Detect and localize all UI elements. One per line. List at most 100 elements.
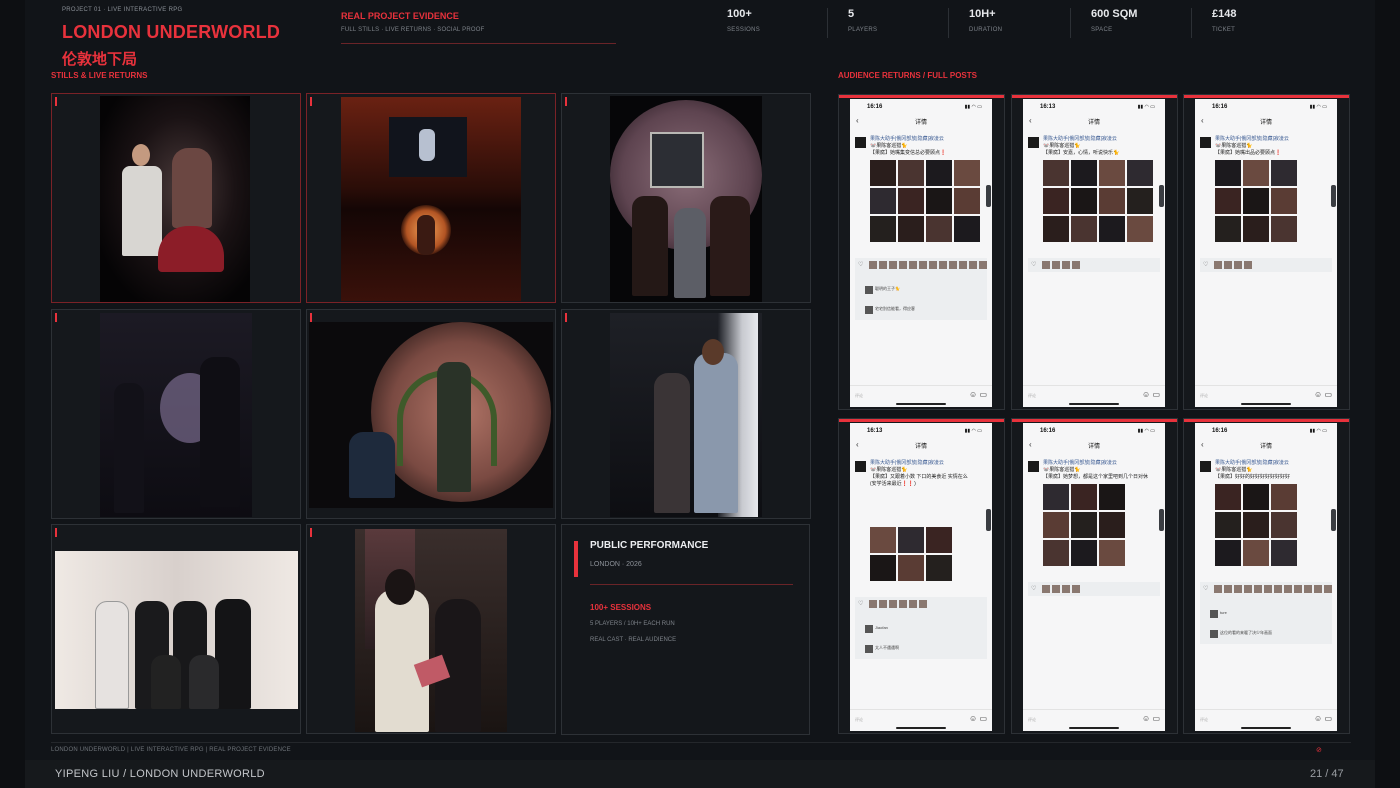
emoji-image-icons[interactable]: ☺ ▭ <box>969 714 987 723</box>
post-thumbnail[interactable] <box>1215 484 1241 510</box>
post-avatar[interactable] <box>1028 137 1039 148</box>
liker-avatar[interactable] <box>939 261 947 269</box>
post-thumbnail[interactable] <box>1043 188 1069 214</box>
liker-avatar[interactable] <box>1244 261 1252 269</box>
still-tile[interactable] <box>561 309 811 519</box>
scroll-handle[interactable] <box>986 185 991 207</box>
still-tile[interactable] <box>51 309 301 519</box>
post-thumbnail[interactable] <box>1271 484 1297 510</box>
emoji-image-icons[interactable]: ☺ ▭ <box>1142 390 1160 399</box>
post-thumbnail[interactable] <box>954 216 980 242</box>
liker-avatar[interactable] <box>1072 585 1080 593</box>
comment-input-bar[interactable]: 评论 ☺ ▭ <box>1023 709 1165 731</box>
liker-avatar[interactable] <box>1062 261 1070 269</box>
liker-avatar[interactable] <box>909 261 917 269</box>
post-thumbnail[interactable] <box>1243 216 1269 242</box>
post-thumbnail[interactable] <box>898 216 924 242</box>
post-thumbnail[interactable] <box>1071 484 1097 510</box>
comment-input-bar[interactable]: 评论 ☺ ▭ <box>1195 385 1337 407</box>
comment-input-bar[interactable]: 评论 ☺ ▭ <box>1023 385 1165 407</box>
still-tile[interactable] <box>306 309 556 519</box>
liker-avatar[interactable] <box>1234 261 1242 269</box>
liker-avatar[interactable] <box>1264 585 1272 593</box>
post-thumbnail[interactable] <box>870 188 896 214</box>
liker-avatar[interactable] <box>1234 585 1242 593</box>
liker-avatar[interactable] <box>1052 261 1060 269</box>
audience-post-phone[interactable]: 16:16 ▮▮ ◠ ▭ ‹ 详情 果陈大助手|俄冈部放|隐藏|寂凌云 🐭果陈客巡猎🐈 【果… <box>1011 418 1178 734</box>
post-thumbnail[interactable] <box>1043 216 1069 242</box>
post-thumbnail[interactable] <box>1127 160 1153 186</box>
liker-avatar[interactable] <box>869 261 877 269</box>
post-thumbnail[interactable] <box>1071 160 1097 186</box>
post-thumbnail[interactable] <box>1243 512 1269 538</box>
post-thumbnail[interactable] <box>926 188 952 214</box>
scroll-handle[interactable] <box>1159 185 1164 207</box>
liker-avatar[interactable] <box>889 261 897 269</box>
post-avatar[interactable] <box>1028 461 1039 472</box>
post-thumbnail[interactable] <box>926 555 952 581</box>
comment-input-bar[interactable]: 评论 ☺ ▭ <box>850 709 992 731</box>
post-thumbnail[interactable] <box>1099 512 1125 538</box>
audience-post-phone[interactable]: 16:16 ▮▮ ◠ ▭ ‹ 详情 果陈大助手|俄冈部放|隐藏|寂凌云 🐭果陈客巡猎🐈 【果… <box>838 94 1005 410</box>
liker-avatar[interactable] <box>1062 585 1070 593</box>
audience-post-phone[interactable]: 16:16 ▮▮ ◠ ▭ ‹ 详情 果陈大助手|俄冈部放|隐藏|寂凌云 🐭果陈客巡猎🐈 【果… <box>1183 418 1350 734</box>
post-thumbnail[interactable] <box>1271 512 1297 538</box>
post-thumbnail[interactable] <box>1071 512 1097 538</box>
post-avatar[interactable] <box>855 461 866 472</box>
post-thumbnail[interactable] <box>870 216 896 242</box>
post-thumbnail[interactable] <box>1271 540 1297 566</box>
post-thumbnail[interactable] <box>1043 160 1069 186</box>
post-thumbnail[interactable] <box>1215 216 1241 242</box>
post-thumbnail[interactable] <box>1243 160 1269 186</box>
liker-avatar[interactable] <box>899 600 907 608</box>
scroll-handle[interactable] <box>1331 185 1336 207</box>
post-thumbnail[interactable] <box>1071 188 1097 214</box>
comment-input-bar[interactable]: 评论 ☺ ▭ <box>850 385 992 407</box>
post-thumbnail[interactable] <box>898 527 924 553</box>
liker-avatar[interactable] <box>1072 261 1080 269</box>
post-thumbnail[interactable] <box>870 555 896 581</box>
liker-avatar[interactable] <box>979 261 987 269</box>
emoji-image-icons[interactable]: ☺ ▭ <box>1314 714 1332 723</box>
liker-avatar[interactable] <box>1224 261 1232 269</box>
liker-avatar[interactable] <box>929 261 937 269</box>
post-thumbnail[interactable] <box>954 160 980 186</box>
emoji-image-icons[interactable]: ☺ ▭ <box>1142 714 1160 723</box>
post-thumbnail[interactable] <box>1127 216 1153 242</box>
post-thumbnail[interactable] <box>1099 160 1125 186</box>
post-thumbnail[interactable] <box>1071 540 1097 566</box>
liker-avatar[interactable] <box>1042 261 1050 269</box>
liker-avatar[interactable] <box>879 600 887 608</box>
audience-post-phone[interactable]: 16:16 ▮▮ ◠ ▭ ‹ 详情 果陈大助手|俄冈部放|隐藏|寂凌云 🐭果陈客巡猎🐈 【果… <box>1183 94 1350 410</box>
post-thumbnail[interactable] <box>898 188 924 214</box>
liker-avatar[interactable] <box>909 600 917 608</box>
post-thumbnail[interactable] <box>898 160 924 186</box>
post-thumbnail[interactable] <box>1243 188 1269 214</box>
post-thumbnail[interactable] <box>1043 540 1069 566</box>
post-thumbnail[interactable] <box>954 188 980 214</box>
post-thumbnail[interactable] <box>1043 512 1069 538</box>
liker-avatar[interactable] <box>1294 585 1302 593</box>
liker-avatar[interactable] <box>1214 585 1222 593</box>
post-thumbnail[interactable] <box>926 160 952 186</box>
liker-avatar[interactable] <box>1324 585 1332 593</box>
post-thumbnail[interactable] <box>926 527 952 553</box>
post-thumbnail[interactable] <box>1215 512 1241 538</box>
still-tile[interactable] <box>306 524 556 734</box>
post-thumbnail[interactable] <box>1071 216 1097 242</box>
liker-avatar[interactable] <box>869 600 877 608</box>
scroll-handle[interactable] <box>1331 509 1336 531</box>
audience-post-phone[interactable]: 16:13 ▮▮ ◠ ▭ ‹ 详情 果陈大助手|俄冈部放|隐藏|寂凌云 🐭果陈客巡猎🐈 【果… <box>1011 94 1178 410</box>
liker-avatar[interactable] <box>1304 585 1312 593</box>
post-thumbnail[interactable] <box>1271 188 1297 214</box>
still-tile[interactable] <box>561 93 811 303</box>
heart-icon[interactable]: ♡ <box>858 261 863 268</box>
liker-avatar[interactable] <box>1052 585 1060 593</box>
liker-avatar[interactable] <box>899 261 907 269</box>
scroll-handle[interactable] <box>986 509 991 531</box>
post-thumbnail[interactable] <box>870 160 896 186</box>
heart-icon[interactable]: ♡ <box>1203 585 1208 592</box>
post-avatar[interactable] <box>1200 461 1211 472</box>
emoji-image-icons[interactable]: ☺ ▭ <box>969 390 987 399</box>
liker-avatar[interactable] <box>1314 585 1322 593</box>
